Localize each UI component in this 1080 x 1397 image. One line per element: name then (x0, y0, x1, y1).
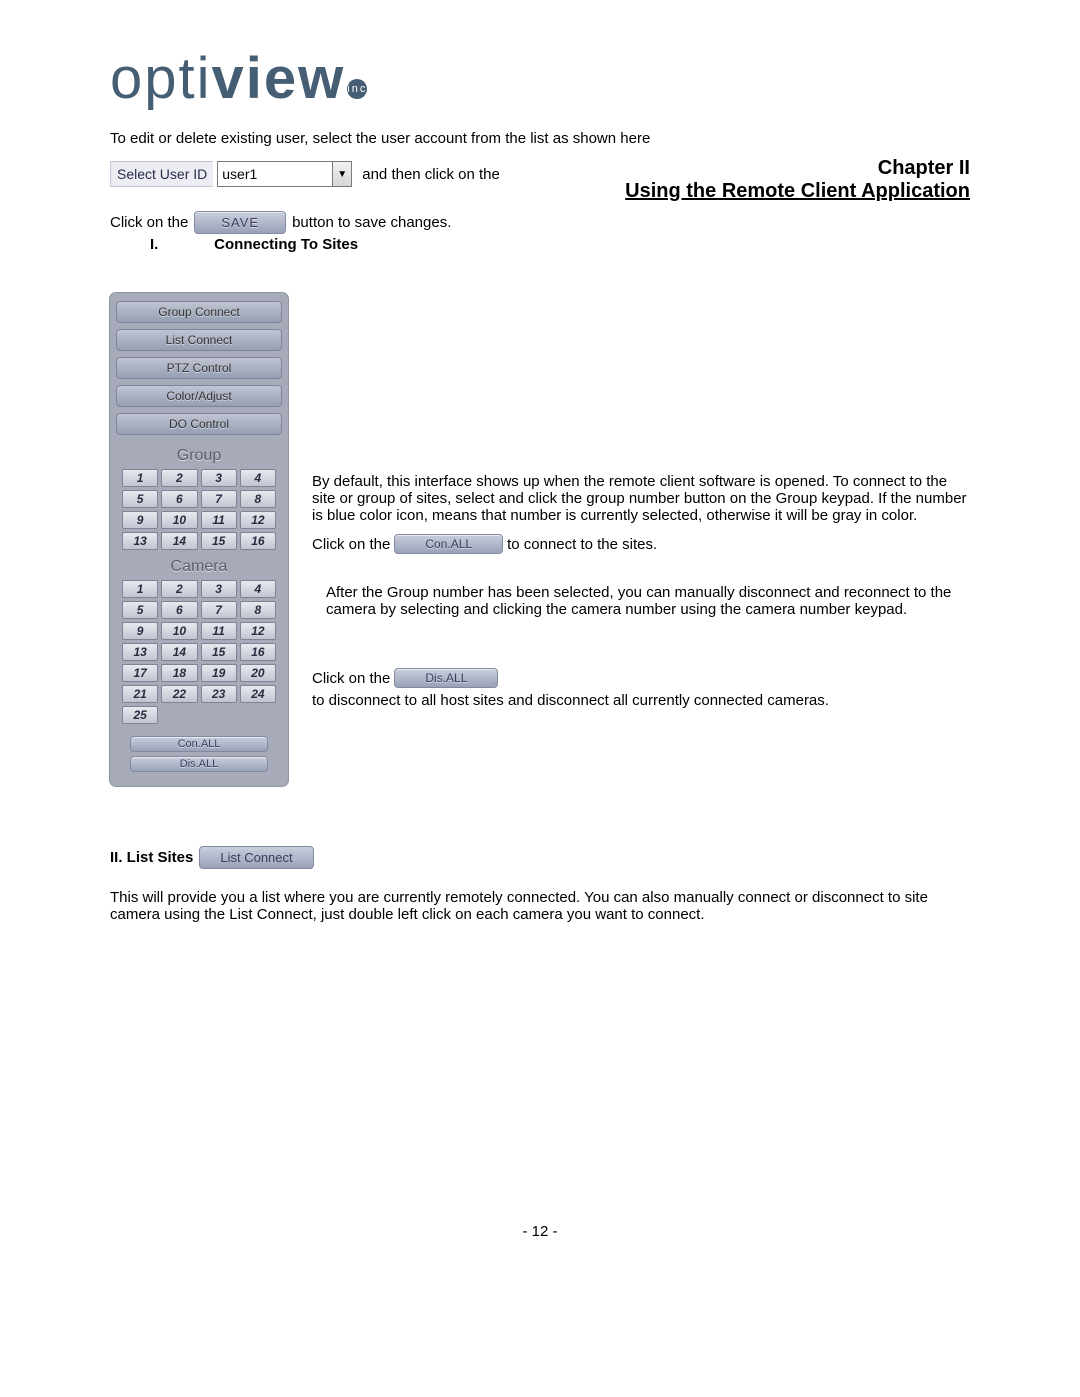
page-number: - 12 - (110, 1223, 970, 1240)
logo: optiviewinc (110, 50, 970, 108)
camera-key-6[interactable]: 6 (161, 601, 197, 619)
group-keypad: 12345678910111213141516 (116, 469, 282, 550)
paragraph-1: By default, this interface shows up when… (312, 473, 970, 524)
select-user-input[interactable] (218, 164, 332, 184)
group-key-14[interactable]: 14 (161, 532, 197, 550)
group-key-10[interactable]: 10 (161, 511, 197, 529)
save-button[interactable]: SAVE (194, 211, 286, 234)
list-sites-row: II. List Sites List Connect (110, 846, 970, 869)
camera-key-13[interactable]: 13 (122, 643, 158, 661)
con-all-post: to connect to the sites. (507, 536, 657, 553)
logo-part1: opti (110, 46, 212, 111)
chevron-down-icon[interactable]: ▼ (332, 162, 351, 186)
chapter-title: Chapter II (580, 157, 970, 180)
group-key-16[interactable]: 16 (240, 532, 276, 550)
dis-all-pre: Click on the (312, 670, 390, 687)
group-key-8[interactable]: 8 (240, 490, 276, 508)
camera-key-9[interactable]: 9 (122, 622, 158, 640)
camera-key-1[interactable]: 1 (122, 580, 158, 598)
camera-key-23[interactable]: 23 (201, 685, 237, 703)
camera-keypad: 1234567891011121314151617181920212223242… (116, 580, 282, 724)
control-panel: Group Connect List Connect PTZ Control C… (110, 293, 288, 786)
section-2-label: II. List Sites (110, 849, 193, 866)
chapter-block: Chapter II Using the Remote Client Appli… (580, 157, 970, 203)
camera-key-20[interactable]: 20 (240, 664, 276, 682)
con-all-button[interactable]: Con.ALL (394, 534, 503, 554)
camera-key-8[interactable]: 8 (240, 601, 276, 619)
tab-color-adjust[interactable]: Color/Adjust (116, 385, 282, 407)
save-row: Click on the SAVE button to save changes… (110, 211, 970, 234)
panel-dis-all-button[interactable]: Dis.ALL (130, 756, 268, 772)
dis-all-post: to disconnect to all host sites and disc… (312, 692, 829, 709)
camera-key-7[interactable]: 7 (201, 601, 237, 619)
select-user-row: Select User ID ▼ and then click on the (110, 161, 580, 187)
chapter-subtitle: Using the Remote Client Application (580, 180, 970, 203)
tab-do-control[interactable]: DO Control (116, 413, 282, 435)
logo-part2: view (212, 46, 346, 111)
select-user-dropdown[interactable]: ▼ (217, 161, 352, 187)
save-pre: Click on the (110, 214, 188, 231)
camera-key-15[interactable]: 15 (201, 643, 237, 661)
after-select-text: and then click on the (362, 166, 500, 183)
right-column: By default, this interface shows up when… (312, 293, 970, 786)
dis-all-button[interactable]: Dis.ALL (394, 668, 498, 688)
group-key-1[interactable]: 1 (122, 469, 158, 487)
camera-key-14[interactable]: 14 (161, 643, 197, 661)
camera-key-17[interactable]: 17 (122, 664, 158, 682)
camera-key-19[interactable]: 19 (201, 664, 237, 682)
final-paragraph: This will provide you a list where you a… (110, 889, 970, 923)
camera-key-10[interactable]: 10 (161, 622, 197, 640)
save-post: button to save changes. (292, 214, 451, 231)
select-user-label: Select User ID (110, 161, 213, 187)
camera-key-16[interactable]: 16 (240, 643, 276, 661)
paragraph-2: After the Group number has been selected… (326, 584, 970, 618)
section-1-num: I. (150, 236, 210, 253)
camera-key-3[interactable]: 3 (201, 580, 237, 598)
tab-ptz-control[interactable]: PTZ Control (116, 357, 282, 379)
panel-tabs: Group Connect List Connect PTZ Control C… (116, 301, 282, 435)
group-key-7[interactable]: 7 (201, 490, 237, 508)
camera-key-5[interactable]: 5 (122, 601, 158, 619)
logo-inc: inc (347, 79, 367, 99)
list-connect-button[interactable]: List Connect (199, 846, 313, 869)
group-key-15[interactable]: 15 (201, 532, 237, 550)
group-label: Group (116, 447, 282, 465)
group-key-13[interactable]: 13 (122, 532, 158, 550)
camera-key-25[interactable]: 25 (122, 706, 158, 724)
section-1-title: Connecting To Sites (214, 236, 358, 253)
group-key-12[interactable]: 12 (240, 511, 276, 529)
group-key-2[interactable]: 2 (161, 469, 197, 487)
camera-key-4[interactable]: 4 (240, 580, 276, 598)
camera-key-21[interactable]: 21 (122, 685, 158, 703)
group-key-6[interactable]: 6 (161, 490, 197, 508)
section-1-heading: I. Connecting To Sites (150, 236, 970, 253)
camera-key-12[interactable]: 12 (240, 622, 276, 640)
camera-key-24[interactable]: 24 (240, 685, 276, 703)
panel-con-all-button[interactable]: Con.ALL (130, 736, 268, 752)
con-all-row: Click on the Con.ALL to connect to the s… (312, 534, 970, 554)
camera-key-11[interactable]: 11 (201, 622, 237, 640)
camera-label: Camera (116, 558, 282, 576)
group-key-5[interactable]: 5 (122, 490, 158, 508)
camera-key-18[interactable]: 18 (161, 664, 197, 682)
con-all-pre: Click on the (312, 536, 390, 553)
group-key-3[interactable]: 3 (201, 469, 237, 487)
group-key-9[interactable]: 9 (122, 511, 158, 529)
group-key-11[interactable]: 11 (201, 511, 237, 529)
tab-list-connect[interactable]: List Connect (116, 329, 282, 351)
tab-group-connect[interactable]: Group Connect (116, 301, 282, 323)
camera-key-22[interactable]: 22 (161, 685, 197, 703)
intro-text: To edit or delete existing user, select … (110, 130, 970, 147)
camera-key-2[interactable]: 2 (161, 580, 197, 598)
group-key-4[interactable]: 4 (240, 469, 276, 487)
dis-all-row: Click on the Dis.ALL to disconnect to al… (312, 668, 970, 709)
